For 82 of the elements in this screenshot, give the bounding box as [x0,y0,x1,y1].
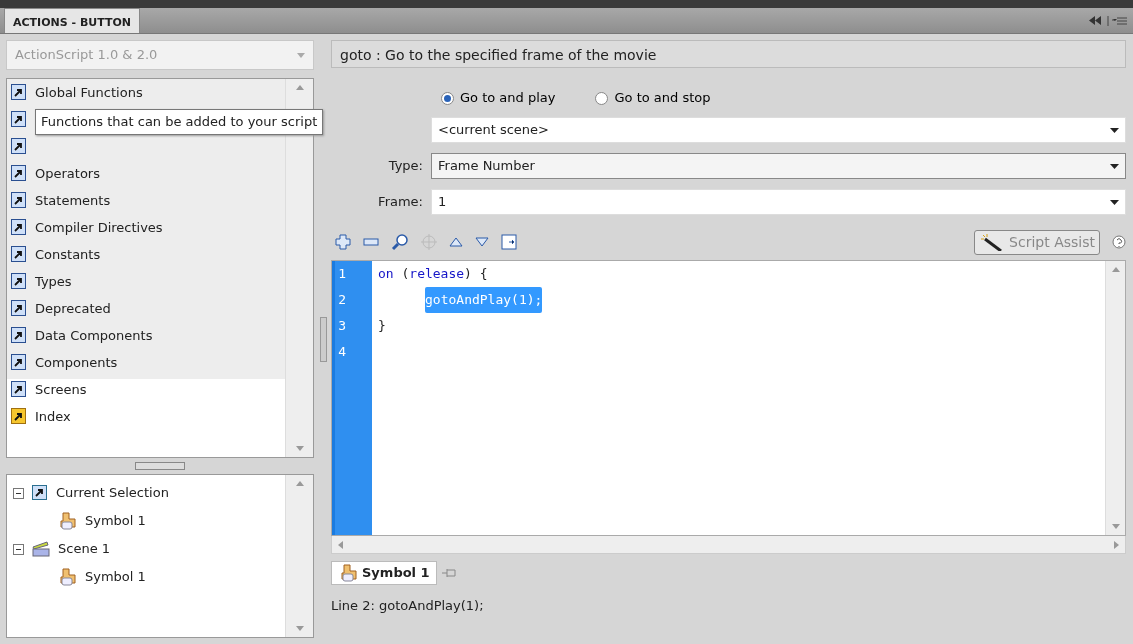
help-icon[interactable] [1112,235,1126,249]
line-number: 1 [337,265,347,283]
dropdown-field[interactable]: 1 [431,189,1126,215]
dropdown-field[interactable]: Frame Number [431,153,1126,179]
tooltip: Functions that can be added to your script [35,109,324,135]
clapperboard-icon [32,541,50,557]
dropdown-arrow-icon [1110,127,1119,133]
scroll-down-icon[interactable] [295,626,304,631]
scroll-up-icon[interactable] [295,481,304,486]
toolbox-item[interactable]: Types [35,271,72,292]
scrollbar[interactable] [285,475,313,637]
panel-title: ACTIONS - BUTTON [4,8,141,33]
tree-item[interactable]: Scene 1 [58,539,111,559]
symbol-icon [338,564,358,582]
book-icon [11,111,27,128]
book-icon [11,219,27,236]
scroll-down-icon[interactable] [295,446,304,451]
radio-option[interactable]: Go to and stop [595,88,711,108]
toolbox-item[interactable]: Data Components [35,325,153,346]
panel-menu-icon[interactable] [1107,15,1127,26]
collapse-icon[interactable] [1089,16,1101,25]
book-icon [11,165,27,182]
search-icon[interactable] [391,233,409,251]
add-icon[interactable] [335,234,351,250]
book-icon [11,138,27,155]
collapse-handle[interactable] [320,316,327,362]
up-arrow-icon[interactable] [449,237,463,247]
scroll-down-icon[interactable] [1111,524,1120,529]
line-number: 2 [337,291,347,309]
scroll-left-icon[interactable] [338,540,343,549]
pin-icon[interactable] [440,566,457,580]
book-icon [11,354,27,371]
symbol-icon [57,568,77,586]
toolbox-item[interactable]: Constants [35,244,101,265]
toolbox-item[interactable]: Index [35,406,71,427]
line-number: 4 [337,343,347,361]
code-line: } [378,317,386,335]
toolbox-item[interactable]: Statements [35,190,111,211]
toolbox-item[interactable]: Operators [35,163,100,184]
scroll-right-icon[interactable] [1114,540,1119,549]
book-icon [11,246,27,263]
scroll-up-icon[interactable] [295,85,304,90]
dropdown-arrow-icon [1110,163,1119,169]
remove-icon[interactable] [363,238,379,246]
book-icon [11,84,27,101]
scrollbar[interactable] [1105,261,1125,535]
radio-option[interactable]: Go to and play [441,88,556,108]
dropdown-arrow-icon [1110,199,1119,205]
down-arrow-icon[interactable] [475,237,489,247]
field-label: Frame: [378,194,423,210]
book-icon [11,327,27,344]
tree-item[interactable]: Symbol 1 [85,511,146,531]
scroll-up-icon[interactable] [1111,267,1120,272]
book-icon [11,192,27,209]
book-icon [11,381,27,398]
toolbox-item[interactable]: Deprecated [35,298,111,319]
magic-wand-icon [979,233,1004,251]
symbol-icon [57,512,77,530]
code-editor[interactable]: 1 2 3 4 on (release) { gotoAndPlay(1); } [331,260,1126,536]
book-icon [11,408,27,425]
toolbox-item[interactable]: Screens [35,379,87,400]
tree-item[interactable]: Symbol 1 [85,567,146,587]
collapse-toggle-icon[interactable] [13,543,24,555]
format-icon[interactable] [501,234,517,250]
toolbox-item[interactable]: Components [35,352,118,373]
book-icon [32,485,48,501]
script-tab[interactable]: Symbol 1 [331,561,437,585]
status-line: Line 2: gotoAndPlay(1); [331,597,485,615]
code-line: on (release) { [378,265,488,283]
toolbox-item[interactable]: Global Functions [35,82,143,103]
collapse-toggle-icon[interactable] [13,487,24,499]
tree-item[interactable]: Current Selection [56,483,169,503]
book-icon [11,300,27,317]
field-label: Type: [388,158,423,174]
action-description: goto : Go to the specified frame of the movie [331,40,1126,68]
line-number: 3 [337,317,347,335]
horizontal-scrollbar[interactable] [331,536,1126,554]
dropdown-arrow-icon [297,52,305,58]
dropdown-field[interactable]: <current scene> [431,117,1126,143]
toolbox-item[interactable]: Compiler Directives [35,217,163,238]
splitter-handle[interactable] [135,462,185,470]
book-icon [11,273,27,290]
